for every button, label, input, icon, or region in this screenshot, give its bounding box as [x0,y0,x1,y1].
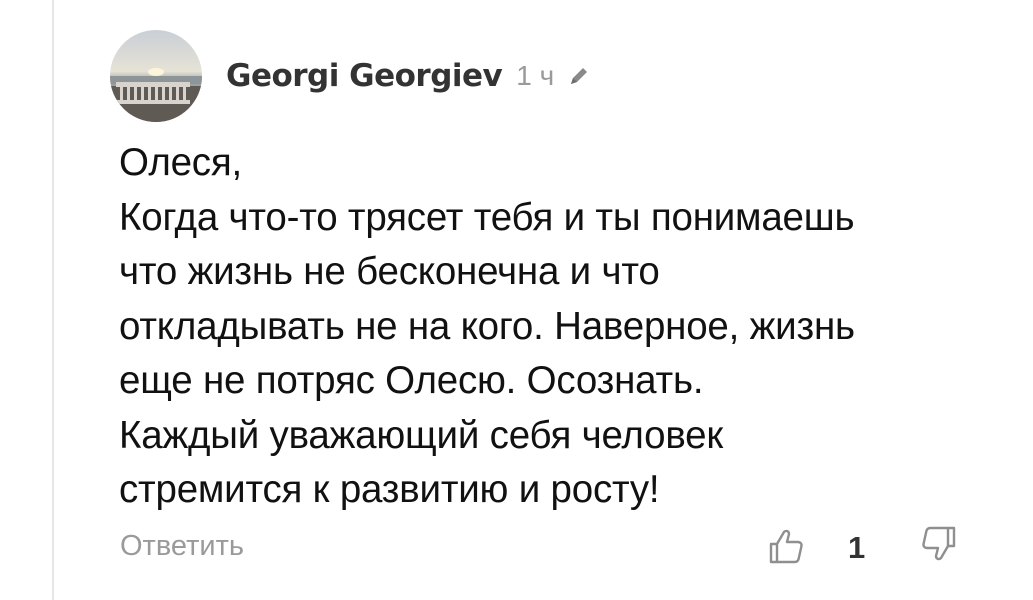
avatar[interactable] [110,30,202,122]
author-name[interactable]: Georgi Georgiev [226,58,503,94]
comment-text: Олеся, Когда что-то трясет тебя и ты пон… [119,141,855,511]
comment-actions: Ответить 1 [120,522,970,572]
reply-button[interactable]: Ответить [120,530,244,563]
thumbs-down-icon [922,526,956,561]
avatar-image [110,30,202,122]
comment: Georgi Georgiev 1 ч Олеся, Когда что-то … [110,30,990,518]
like-count: 1 [848,530,866,565]
pencil-icon [566,63,592,89]
thread-line [52,0,54,600]
like-button[interactable] [765,526,805,566]
comment-header: Georgi Georgiev 1 ч [110,30,990,122]
comment-time: 1 ч [516,60,555,91]
thumbs-up-icon [769,529,803,564]
comment-screen: Georgi Georgiev 1 ч Олеся, Когда что-то … [0,0,1033,600]
dislike-button[interactable] [920,524,960,564]
